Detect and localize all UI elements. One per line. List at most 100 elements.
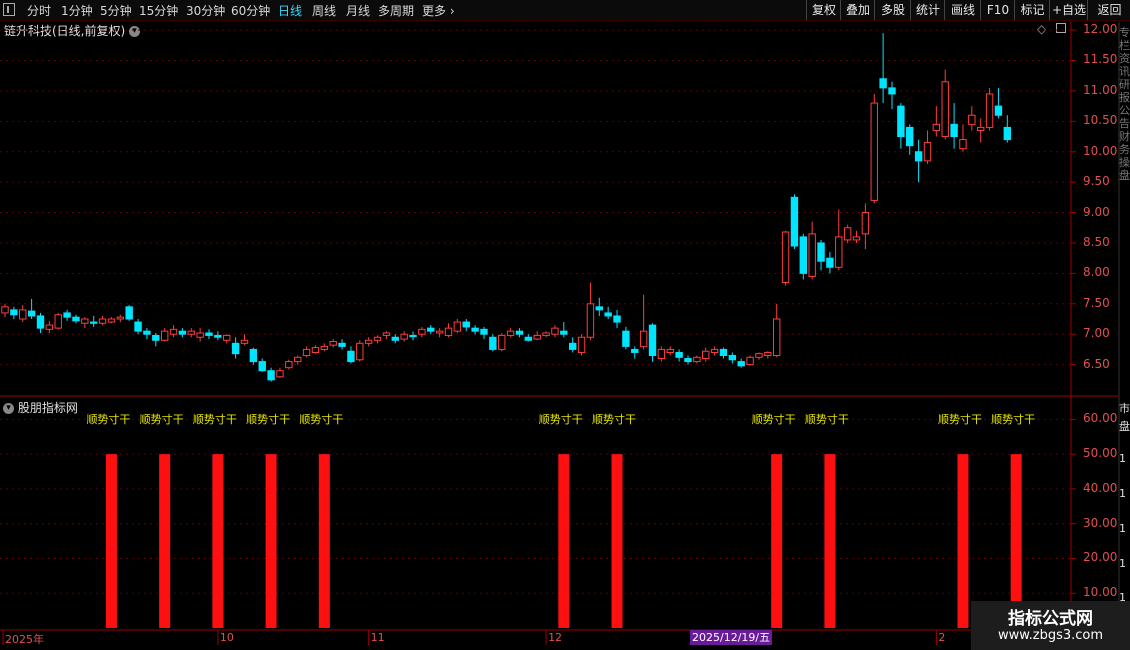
- candle-body: [1, 306, 9, 314]
- candle-body: [595, 306, 603, 311]
- signal-label: 顺势寸干: [991, 413, 1036, 426]
- price-tick-label: 7.50: [1083, 295, 1110, 310]
- side-fragment: 1: [1119, 557, 1126, 570]
- candle-body: [45, 324, 54, 330]
- signal-label: 顺势寸干: [592, 413, 637, 426]
- candle-body: [666, 348, 674, 353]
- candle-body: [169, 328, 178, 335]
- candle-body: [648, 324, 657, 357]
- candle-body: [506, 330, 515, 336]
- candle-body: [285, 361, 293, 369]
- candle-body: [551, 327, 559, 335]
- signal-bar: [105, 454, 117, 628]
- candle-body: [498, 334, 506, 350]
- price-tick-label: 9.00: [1083, 204, 1110, 219]
- candle-body: [524, 336, 533, 341]
- indicator-tick-label: 60.00: [1083, 411, 1118, 426]
- signal-label: 顺势寸干: [139, 413, 184, 426]
- candle-body: [347, 350, 355, 363]
- signal-bar: [265, 454, 277, 628]
- kline-chart[interactable]: [0, 0, 1130, 650]
- candle-body: [435, 330, 444, 334]
- candle-body: [453, 321, 462, 332]
- time-axis-label: 2: [938, 631, 946, 644]
- candle-body: [906, 126, 914, 147]
- candle-body: [107, 318, 116, 323]
- candle-body: [178, 330, 187, 335]
- candle-body: [81, 318, 89, 324]
- candle-body: [613, 315, 621, 323]
- candle-body: [586, 303, 595, 338]
- candle-body: [364, 339, 373, 344]
- candle-body: [143, 330, 151, 335]
- candle-body: [223, 334, 231, 341]
- candle-body: [923, 142, 932, 162]
- candle-body: [444, 327, 453, 336]
- signal-bar: [558, 454, 570, 628]
- candle-body: [489, 336, 497, 350]
- signal-label: 顺势寸干: [937, 413, 982, 426]
- candle-body: [702, 350, 710, 360]
- candle-body: [764, 351, 772, 357]
- candle-body: [418, 328, 426, 335]
- candle-body: [861, 212, 870, 235]
- price-tick-label: 11.50: [1083, 52, 1118, 67]
- candle-body: [462, 321, 470, 328]
- candle-body: [755, 353, 763, 358]
- signal-label: 顺势寸干: [246, 413, 291, 426]
- candle-body: [941, 81, 949, 138]
- candle-body: [622, 330, 630, 347]
- candle-body: [471, 327, 479, 332]
- indicator-tick-label: 30.00: [1083, 515, 1118, 530]
- watermark-url: www.zbgs3.com: [997, 628, 1104, 643]
- candle-body: [311, 347, 320, 353]
- candle-body: [276, 370, 284, 378]
- candle-body: [950, 123, 958, 138]
- candle-body: [684, 358, 692, 363]
- candle-body: [914, 151, 923, 162]
- signal-bar: [318, 454, 330, 628]
- candle-body: [693, 356, 701, 363]
- candle-body: [267, 370, 275, 381]
- candle-body: [870, 102, 878, 201]
- candle-body: [781, 231, 790, 284]
- side-tabs-text[interactable]: 专栏资讯研报公告财务操盘: [1119, 26, 1130, 392]
- candle-body: [338, 342, 346, 347]
- candle-body: [72, 316, 80, 322]
- candle-body: [515, 330, 524, 335]
- watermark-title: 指标公式网: [1008, 609, 1093, 629]
- side-fragment: 1: [1119, 487, 1126, 500]
- time-axis-label: 10: [219, 631, 234, 644]
- signal-label: 顺势寸干: [751, 413, 796, 426]
- candle-body: [480, 328, 488, 335]
- candle-body: [985, 93, 994, 128]
- candle-body: [320, 345, 329, 350]
- candle-body: [240, 339, 249, 344]
- candle-body: [737, 361, 745, 367]
- candle-body: [826, 257, 834, 268]
- indicator-tick-label: 50.00: [1083, 446, 1118, 461]
- candle-body: [772, 318, 781, 357]
- signal-bar: [159, 454, 171, 628]
- signal-label: 顺势寸干: [192, 413, 237, 426]
- signal-label: 顺势寸干: [538, 413, 583, 426]
- candle-body: [382, 332, 391, 336]
- candle-body: [125, 306, 133, 320]
- candle-body: [231, 342, 240, 355]
- candle-body: [542, 332, 550, 336]
- indicator-tick-label: 10.00: [1083, 585, 1118, 600]
- price-tick-label: 11.00: [1083, 82, 1118, 97]
- candle-body: [294, 356, 302, 363]
- watermark: 指标公式网 www.zbgs3.com: [971, 601, 1130, 650]
- candle-body: [356, 342, 364, 361]
- candle-body: [560, 330, 568, 335]
- candle-body: [568, 342, 577, 350]
- candle-body: [152, 334, 160, 341]
- candle-body: [799, 236, 807, 274]
- time-axis-label: 11: [370, 631, 385, 644]
- time-axis-label: 12: [548, 631, 563, 644]
- candle-body: [675, 351, 683, 358]
- signal-bar: [824, 454, 836, 628]
- side-fragment: 1: [1119, 522, 1126, 535]
- candle-body: [631, 348, 639, 353]
